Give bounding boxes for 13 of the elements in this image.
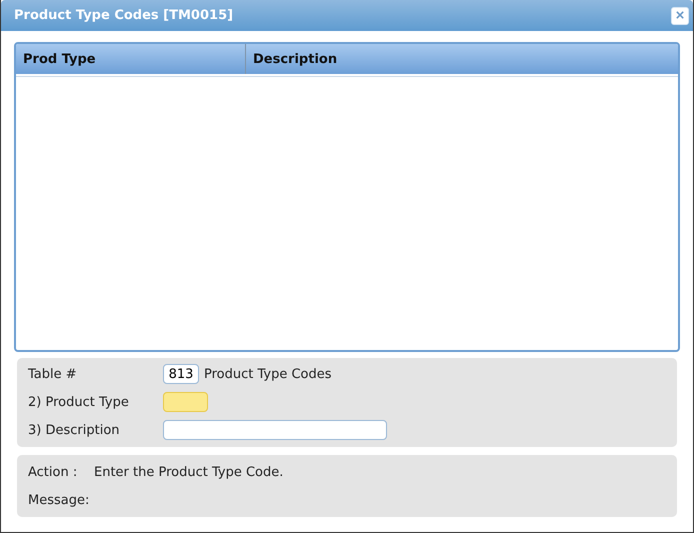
input-field[interactable] [163, 420, 387, 440]
action-text: Enter the Product Type Code. [94, 464, 284, 480]
field-label: 3) Description [28, 422, 121, 438]
table-number-field[interactable]: 813 [163, 364, 199, 384]
table-name: Product Type Codes [204, 366, 332, 382]
column-header[interactable]: Prod Type [16, 44, 245, 74]
action-label: Action : [28, 464, 78, 480]
field-label: Table # [28, 366, 78, 382]
column-header[interactable]: Description [245, 44, 678, 74]
field-label: 2) Product Type [28, 394, 130, 410]
window-title: Product Type Codes [TM0015] [14, 8, 234, 23]
input-field[interactable] [163, 392, 208, 412]
message-label: Message: [28, 492, 90, 508]
